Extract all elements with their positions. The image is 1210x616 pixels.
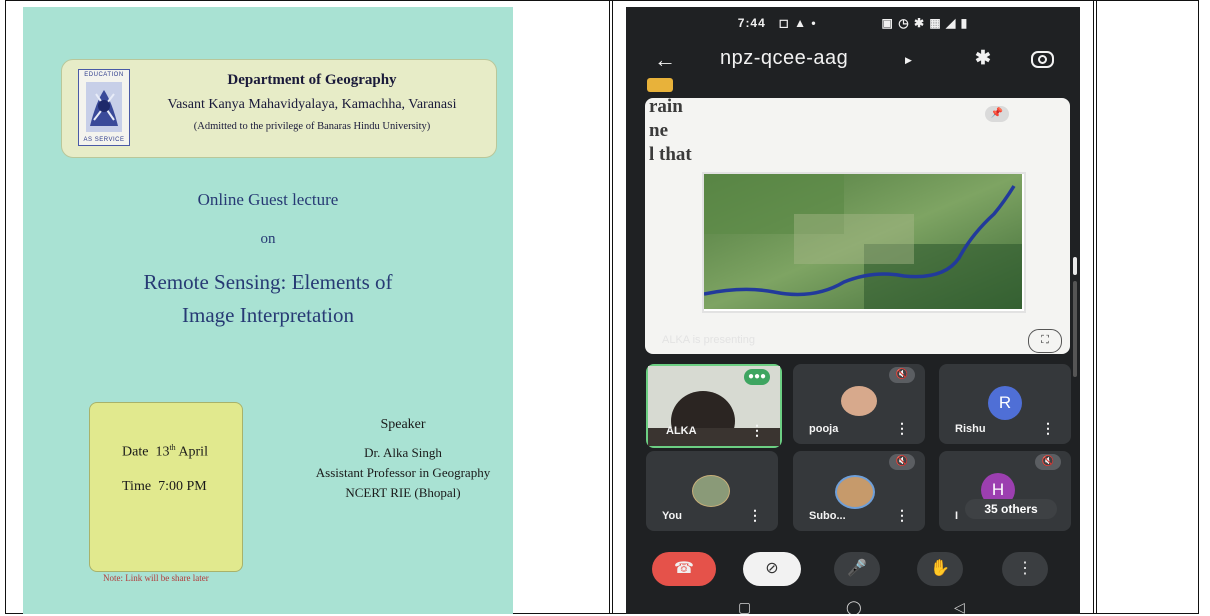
camera-off-button[interactable]: ⊘ — [743, 552, 801, 586]
more-options-icon[interactable]: ⋮ — [895, 420, 909, 437]
participant-name: Subo... — [809, 510, 846, 522]
meeting-code[interactable]: npz-qcee-aag — [720, 47, 848, 70]
android-nav-bar: ▢ ◯ ◁ — [626, 599, 1080, 614]
participant-tile-subo[interactable]: 🔇 Subo... ⋮ — [793, 451, 925, 531]
affiliation-text: (Admitted to the privilege of Banaras Hi… — [193, 121, 431, 132]
avatar: R — [988, 386, 1022, 420]
speaker-block: Speaker Dr. Alka Singh Assistant Profess… — [298, 417, 508, 501]
avatar — [835, 475, 875, 509]
scroll-indicator[interactable] — [1073, 257, 1077, 377]
status-bar: 7:44 ◻ ▲ • ▣ ◷ ✱ ▦ ◢ ▮ — [626, 16, 1080, 30]
presenting-label: ALKA is presenting — [662, 334, 755, 346]
slide-text-line: rain — [649, 98, 683, 117]
time-value: 7:00 PM — [158, 479, 207, 494]
raise-hand-button[interactable]: ✋ — [917, 552, 963, 586]
meet-screenshot: 7:44 ◻ ▲ • ▣ ◷ ✱ ▦ ◢ ▮ ← npz-qcee-aag ▶ … — [626, 7, 1080, 614]
cell-divider — [1096, 0, 1097, 614]
fullscreen-icon[interactable]: ⛶ — [1028, 329, 1062, 353]
lecture-title-line2: Image Interpretation — [182, 303, 354, 327]
speaker-title: Assistant Professor in Geography — [315, 465, 491, 480]
app-bar: ← npz-qcee-aag ▶ ✱ — [626, 43, 1080, 83]
slide-text-line: l that — [649, 144, 692, 165]
others-count-badge[interactable]: 35 others — [965, 499, 1057, 519]
lecture-type: Online Guest lecture — [197, 190, 339, 209]
more-options-icon[interactable]: ⋮ — [750, 422, 764, 439]
time-line: Time 7:00 PM — [122, 479, 207, 495]
poster-note: Note: Link will be share later — [103, 573, 209, 583]
lecture-poster: EDUCATION AS SERVICE Department of Geogr… — [23, 7, 513, 614]
participant-tile-pooja[interactable]: 🔇 pooja ⋮ — [793, 364, 925, 444]
lecture-title-line1: Remote Sensing: Elements of — [143, 270, 393, 294]
switch-camera-icon[interactable] — [1031, 51, 1054, 68]
date-label: Date — [122, 444, 149, 460]
pin-icon[interactable]: 📌 — [985, 106, 1009, 122]
status-icons: ◻ ▲ • ▣ ◷ ✱ ▦ ◢ ▮ — [770, 16, 969, 30]
college-name: Vasant Kanya Mahavidyalaya, Kamachha, Va… — [167, 97, 457, 112]
bluetooth-icon[interactable]: ✱ — [975, 47, 991, 70]
participant-tile-you[interactable]: You ⋮ — [646, 451, 778, 531]
logo-top-text: EDUCATION — [84, 72, 124, 78]
avatar — [841, 386, 877, 416]
speaking-icon: ●●● — [744, 369, 770, 385]
status-time: 7:44 — [737, 16, 766, 30]
participant-name: I — [955, 510, 959, 522]
date-line: Date 13th April — [122, 443, 208, 461]
lecture-on: on — [260, 231, 276, 247]
emblem-icon — [86, 82, 122, 132]
end-call-button[interactable]: ☎ — [652, 552, 716, 586]
department-name: Department of Geography — [227, 72, 397, 88]
mic-off-icon: 🔇 — [1035, 454, 1061, 470]
cell-divider — [612, 0, 613, 614]
participant-name: Rishu — [955, 423, 986, 435]
home-icon[interactable]: ◯ — [846, 599, 862, 614]
participant-tile-rishu[interactable]: R Rishu ⋮ — [939, 364, 1071, 444]
cell-divider — [1093, 0, 1094, 614]
avatar — [692, 475, 730, 507]
satellite-image — [702, 172, 1026, 313]
participant-tile-others[interactable]: 🔇 H I 35 others — [939, 451, 1071, 531]
presentation-view[interactable]: rain ne l that 📌 ALKA is presenting ⛶ — [645, 98, 1070, 354]
date-suffix: th — [169, 443, 176, 452]
speaker-name: Dr. Alka Singh — [364, 445, 442, 460]
more-options-icon[interactable]: ⋮ — [895, 507, 909, 524]
logo-bottom-text: AS SERVICE — [83, 137, 125, 143]
more-options-icon[interactable]: ⋮ — [1041, 420, 1055, 437]
meeting-info-arrow-icon[interactable]: ▶ — [905, 55, 912, 66]
participant-tile-alka[interactable]: ●●● ALKA ⋮ — [646, 364, 782, 448]
speaker-heading: Speaker — [380, 417, 426, 432]
participant-name: You — [662, 510, 682, 522]
poster-header: EDUCATION AS SERVICE Department of Geogr… — [61, 59, 497, 158]
mic-off-icon: 🔇 — [889, 454, 915, 470]
time-label: Time — [122, 479, 152, 494]
slide-text-line: ne — [649, 120, 668, 141]
date-month: April — [178, 444, 208, 460]
microphone-button[interactable]: 🎤 — [834, 552, 880, 586]
back-nav-icon[interactable]: ◁ — [954, 599, 965, 614]
institution-block: Department of Geography Vasant Kanya Mah… — [142, 72, 482, 132]
participant-name: pooja — [809, 423, 839, 435]
recents-icon[interactable]: ▢ — [738, 599, 751, 614]
college-logo: EDUCATION AS SERVICE — [78, 69, 130, 146]
participant-name: ALKA — [666, 425, 697, 437]
cell-divider — [609, 0, 610, 614]
mic-off-icon: 🔇 — [889, 367, 915, 383]
more-options-icon[interactable]: ⋮ — [748, 507, 762, 524]
more-actions-button[interactable]: ⋮ — [1002, 552, 1048, 586]
back-arrow-icon[interactable]: ← — [654, 47, 676, 73]
date-day: 13 — [155, 444, 170, 460]
date-time-box: Date 13th April Time 7:00 PM — [89, 402, 243, 572]
speaker-org: NCERT RIE (Bhopal) — [345, 485, 461, 500]
label-tag-icon — [647, 78, 673, 92]
